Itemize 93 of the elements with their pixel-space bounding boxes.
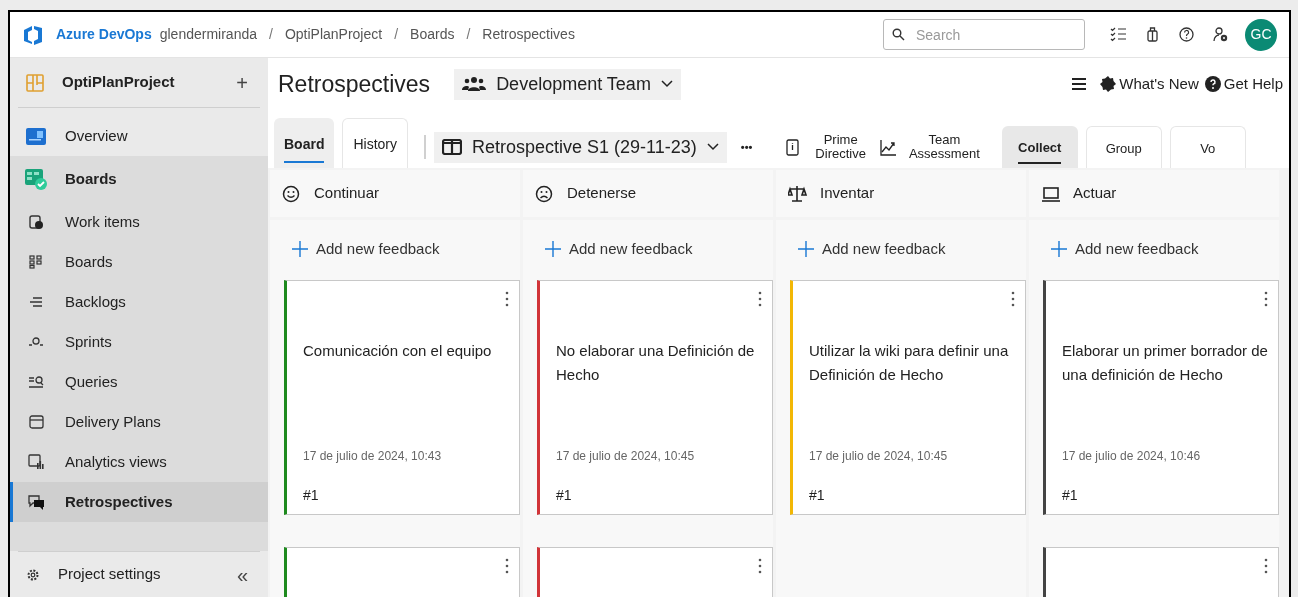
sidebar-item[interactable]: Queries	[10, 362, 268, 402]
card-number: #1	[1062, 486, 1078, 505]
sidebar-item[interactable]: Overview	[10, 116, 268, 156]
sad-face-icon	[535, 184, 555, 203]
card-number: #1	[809, 486, 825, 505]
breadcrumb-link[interactable]: Boards	[410, 24, 455, 45]
azure-devops-logo-icon	[22, 23, 44, 46]
card-number: #1	[556, 486, 572, 505]
smiley-icon	[282, 184, 302, 203]
analytics-icon	[28, 454, 44, 470]
column-header: Inventar	[776, 170, 1026, 217]
badge-icon	[1100, 76, 1117, 92]
column-header: Actuar	[1029, 170, 1279, 217]
more-vertical-icon	[1011, 291, 1015, 307]
sprint-icon	[28, 336, 44, 348]
project-icon	[26, 73, 44, 92]
search-field[interactable]: Search	[883, 19, 1085, 50]
people-icon	[462, 76, 487, 92]
sidebar-item[interactable]: Backlogs	[10, 282, 268, 322]
sidebar-item[interactable]: Analytics views	[10, 442, 268, 482]
column-header: Detenerse	[523, 170, 773, 217]
more-vertical-icon	[1264, 291, 1268, 307]
more-vertical-icon	[758, 291, 762, 307]
phase-tab[interactable]: Collect	[1001, 126, 1078, 168]
add-button[interactable]: +	[232, 67, 252, 98]
sidebar-item[interactable]: Delivery Plans	[10, 402, 268, 442]
plus-icon	[1051, 241, 1067, 257]
collapse-button[interactable]: «	[232, 559, 252, 590]
user-settings-icon	[1211, 26, 1229, 43]
sidebar-item[interactable]: Boards	[10, 242, 268, 282]
toolbar-action[interactable]: Prime Directive	[786, 133, 866, 161]
column-header: Continuar	[270, 170, 520, 217]
card-date: 17 de julio de 2024, 10:43	[303, 448, 442, 465]
overview-icon	[25, 125, 47, 147]
board-selector[interactable]: Retrospective S1 (29-11-23)	[434, 131, 727, 163]
boards-icon	[24, 167, 48, 191]
breadcrumb-separator: /	[466, 25, 471, 44]
help-icon	[1177, 26, 1195, 43]
view-tab[interactable]: Board	[274, 118, 335, 168]
calendar-icon	[28, 415, 44, 429]
breadcrumb-link[interactable]: OptiPlanProject	[284, 24, 383, 45]
card-date: 17 de julio de 2024, 10:46	[1062, 448, 1201, 465]
card-text: No elaborar una Definición de Hecho	[556, 341, 756, 385]
list-icon	[29, 296, 43, 308]
sidebar-item[interactable]: Sprints	[10, 322, 268, 362]
card-number: #1	[303, 486, 319, 505]
page-title: Retrospectives	[278, 69, 431, 99]
sidebar-item[interactable]: Work items	[10, 202, 268, 242]
header-link[interactable]: Get Help	[1204, 72, 1283, 96]
header-link[interactable]: What's New	[1100, 72, 1199, 96]
card-text: Utilizar la wiki para definir una Definición de Hecho	[809, 341, 1010, 385]
plus-icon	[798, 241, 814, 257]
columns-icon	[442, 139, 462, 155]
menu-icon	[1072, 78, 1087, 90]
more-vertical-icon	[505, 558, 509, 574]
chevron-down-icon	[706, 143, 719, 151]
chart-icon	[879, 138, 897, 156]
team-selector[interactable]: Development Team	[454, 68, 681, 100]
sidebar-item[interactable]: Retrospectives	[10, 482, 268, 522]
clipboard-icon	[28, 214, 44, 230]
breadcrumb-link[interactable]: Retrospectives	[482, 24, 575, 45]
settings-icon	[26, 567, 40, 582]
card-date: 17 de julio de 2024, 10:45	[556, 448, 695, 465]
search-icon	[892, 28, 905, 41]
help-circle-icon	[1204, 76, 1221, 92]
phase-tab[interactable]: Vo	[1169, 126, 1246, 168]
more-vertical-icon	[505, 291, 509, 307]
chat-bubbles-icon	[27, 494, 45, 510]
task-list-icon	[1109, 26, 1127, 43]
project-settings-link[interactable]: Project settings	[58, 563, 215, 586]
phase-tab[interactable]: Group	[1085, 126, 1162, 168]
user-avatar[interactable]: GC	[1245, 18, 1277, 51]
card-date: 17 de julio de 2024, 10:45	[809, 448, 948, 465]
laptop-icon	[1041, 184, 1061, 203]
card-text: Elaborar un primer borrador de una definición de Hecho	[1062, 341, 1268, 385]
more-vertical-icon	[1264, 558, 1268, 574]
balance-scale-icon	[788, 184, 808, 203]
more-vertical-icon	[758, 558, 762, 574]
breadcrumb-link[interactable]: glendermiranda	[159, 24, 257, 45]
project-name[interactable]: OptiPlanProject	[62, 71, 233, 94]
card-text: Comunicación con el equipo	[303, 341, 493, 361]
view-tab[interactable]: History	[342, 118, 408, 168]
query-icon	[28, 375, 44, 389]
chevron-down-icon	[660, 80, 673, 88]
board-icon	[29, 255, 43, 269]
sidebar-item[interactable]: Boards	[10, 156, 268, 202]
toolbar-action[interactable]: Team Assessment	[879, 133, 980, 161]
plus-icon	[292, 241, 308, 257]
brand-name[interactable]: Azure DevOps	[56, 24, 152, 45]
plus-icon	[545, 241, 561, 257]
more-button[interactable]: •••	[740, 138, 753, 156]
breadcrumb-separator: /	[269, 25, 273, 44]
breadcrumb-separator: /	[394, 25, 399, 44]
